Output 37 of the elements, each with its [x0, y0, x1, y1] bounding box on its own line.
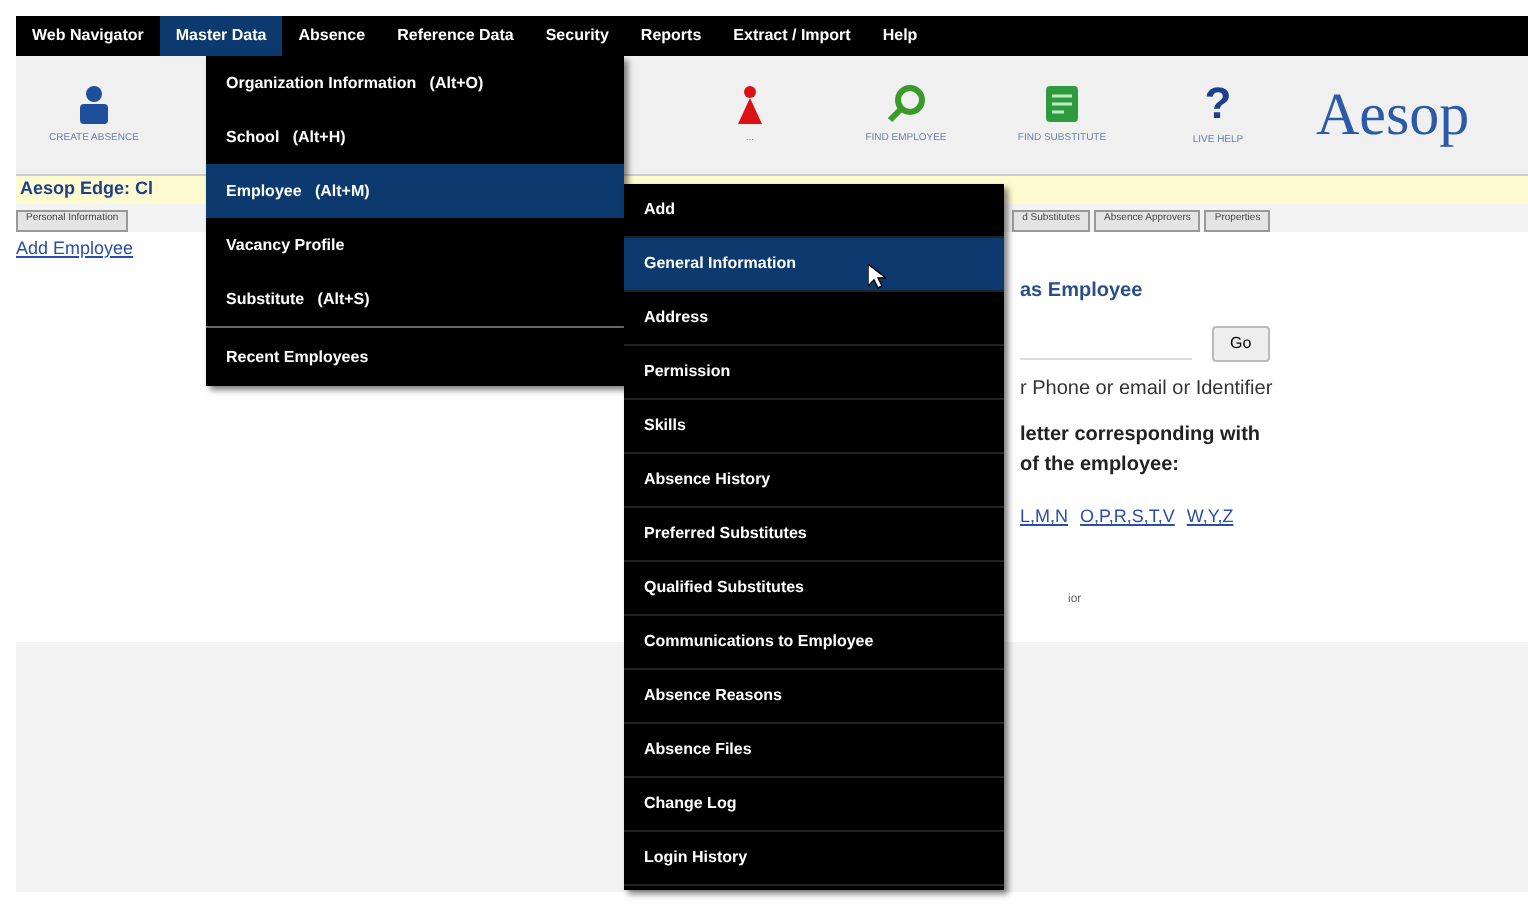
- menu-item[interactable]: Substitute (Alt+S): [206, 272, 624, 326]
- add-employee-link[interactable]: Add Employee: [16, 236, 134, 263]
- letter-link[interactable]: L,M,N: [1020, 504, 1069, 531]
- menu-item[interactable]: Vacancy Profile: [206, 218, 624, 272]
- menu-item[interactable]: Employee (Alt+M): [206, 164, 624, 218]
- menu-item[interactable]: Preferred Substitutes: [624, 508, 1004, 562]
- instruction-text: of the employee:: [1020, 452, 1181, 480]
- menu-item[interactable]: Absence History: [624, 454, 1004, 508]
- letter-link[interactable]: W,Y,Z: [1186, 504, 1234, 531]
- menu-item[interactable]: Add: [624, 184, 1004, 238]
- menu-item[interactable]: Recent Employees: [206, 326, 624, 386]
- menu-item[interactable]: Organization Information (Alt+O): [206, 56, 624, 110]
- menu-item[interactable]: Absence Reasons: [624, 670, 1004, 724]
- person-icon: [78, 83, 110, 124]
- help-icon: ?: [1204, 81, 1232, 126]
- search-icon: [886, 83, 926, 124]
- logo: Aesop: [1316, 80, 1470, 152]
- menu-item[interactable]: Address: [624, 292, 1004, 346]
- menu-item[interactable]: Permission: [624, 346, 1004, 400]
- menu-item[interactable]: General Information: [624, 238, 1004, 292]
- cursor-icon: [868, 264, 886, 290]
- sheet-icon: [1044, 83, 1080, 124]
- menu-item[interactable]: Communications to Employee: [624, 616, 1004, 670]
- menu-item[interactable]: Skills: [624, 400, 1004, 454]
- menu-item[interactable]: Master Data: [159, 16, 283, 56]
- page-title: Aesop Edge: Cl: [20, 176, 154, 203]
- menu-item[interactable]: Qualified Substitutes: [624, 562, 1004, 616]
- go-button[interactable]: Go: [1212, 326, 1270, 362]
- letter-link[interactable]: O,P,R,S,T,V: [1080, 504, 1175, 531]
- menu-item[interactable]: Login History: [624, 832, 1004, 886]
- section-heading: as Employee: [1020, 278, 1145, 306]
- figure-icon: [734, 83, 766, 124]
- menu-item[interactable]: Change Log: [624, 778, 1004, 832]
- search-hint: r Phone or email or Identifier: [1020, 376, 1275, 404]
- menu-item[interactable]: School (Alt+H): [206, 110, 624, 164]
- instruction-text: letter corresponding with: [1020, 422, 1263, 450]
- menu-item[interactable]: Absence Files: [624, 724, 1004, 778]
